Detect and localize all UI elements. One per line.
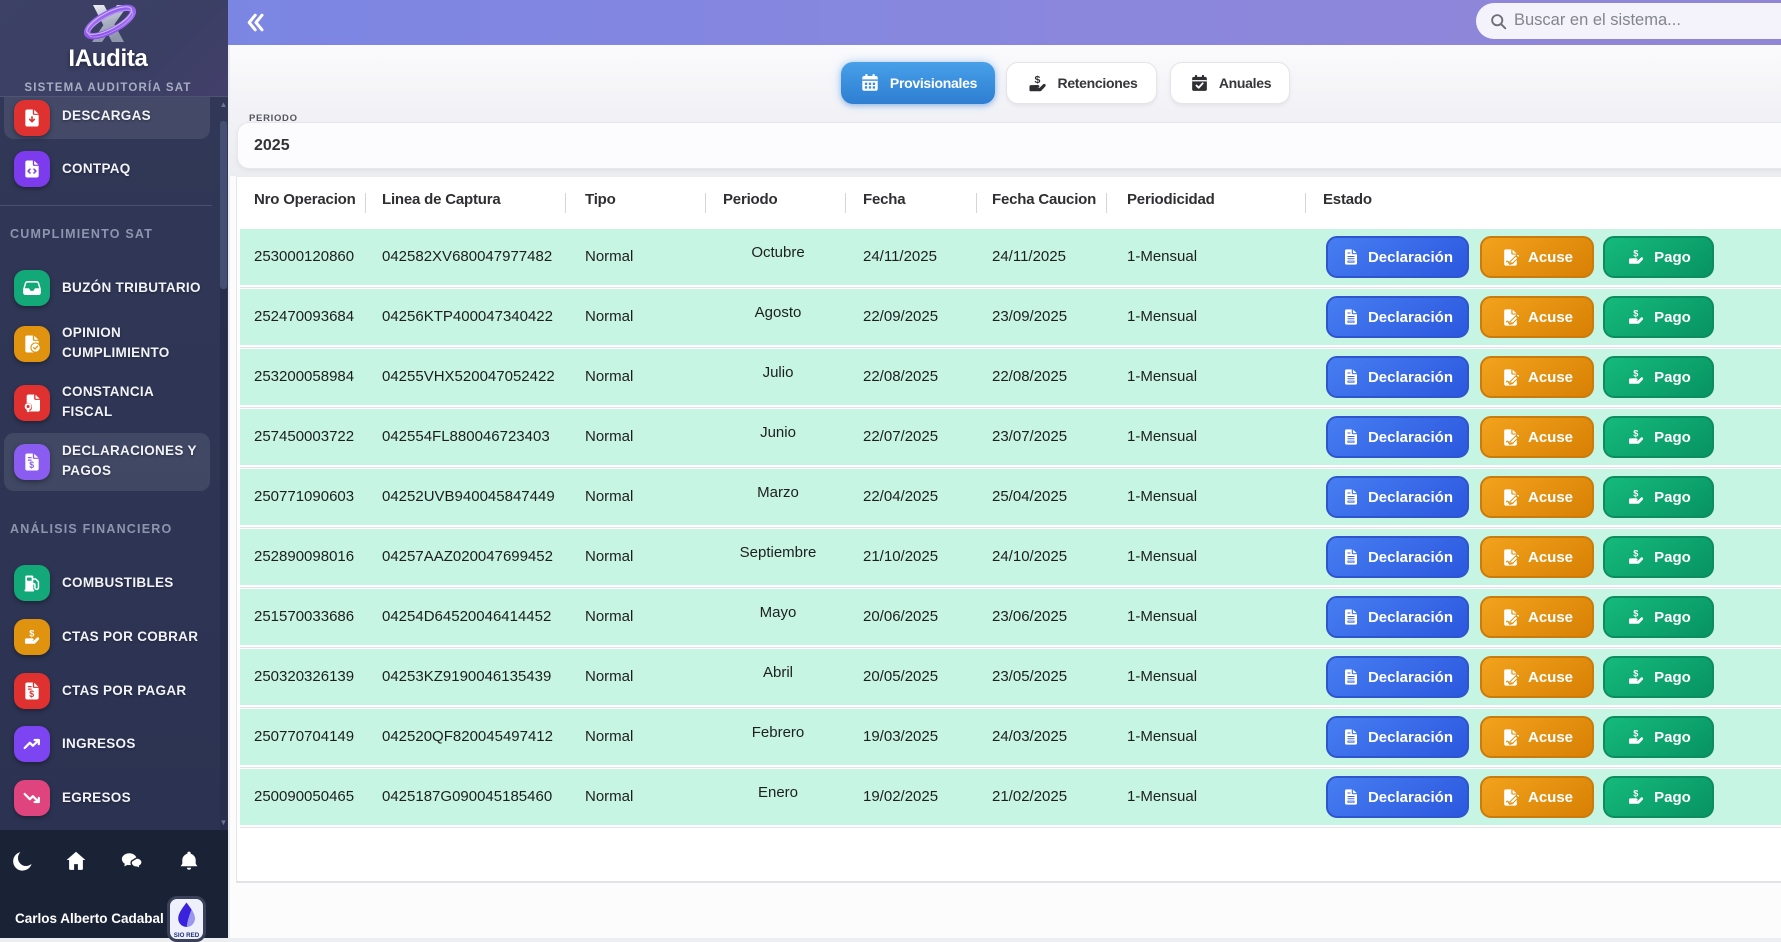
svg-text:$: $: [1633, 668, 1638, 678]
svg-text:$: $: [1633, 728, 1638, 738]
svg-text:$: $: [29, 689, 34, 699]
svg-text:$: $: [1633, 248, 1638, 258]
svg-text:$: $: [1633, 548, 1638, 558]
svg-text:$: $: [1633, 308, 1638, 318]
svg-text:$: $: [1633, 488, 1638, 498]
svg-text:$: $: [29, 460, 34, 470]
svg-text:$: $: [1633, 608, 1638, 618]
svg-text:$: $: [29, 628, 34, 638]
svg-text:$: $: [1633, 368, 1638, 378]
svg-text:$: $: [1633, 428, 1638, 438]
svg-text:$: $: [1034, 73, 1040, 85]
svg-text:$: $: [1633, 788, 1638, 798]
